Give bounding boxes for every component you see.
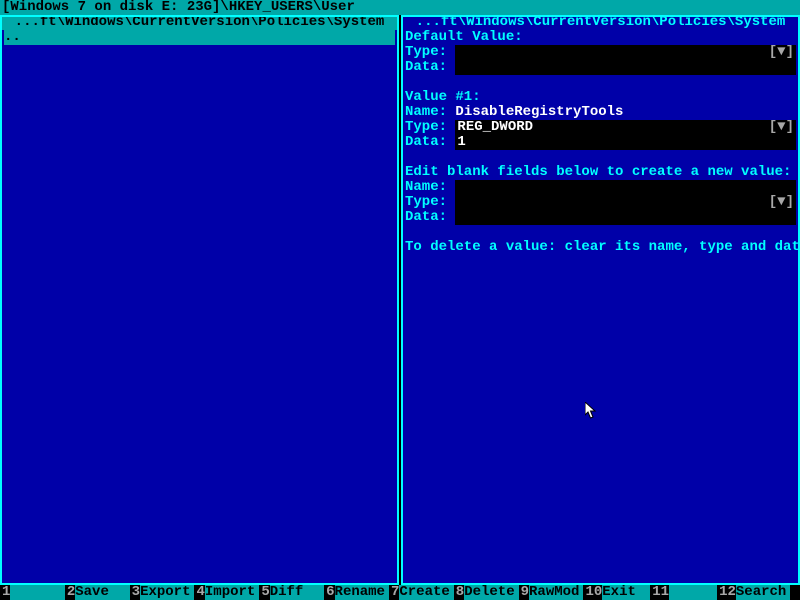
new-data-row: Data: (405, 210, 796, 225)
name-label: Name: (405, 180, 447, 195)
f4-import[interactable]: 4Import (194, 585, 259, 600)
default-type-row: Type: [▼] (405, 45, 796, 60)
default-type-field[interactable]: [▼] (455, 45, 796, 60)
value1-data-row: Data: 1 (405, 135, 796, 150)
value1-name: DisableRegistryTools (455, 105, 623, 120)
new-type-row: Type: [▼] (405, 195, 796, 210)
type-label: Type: (405, 195, 447, 210)
default-data-field[interactable] (455, 60, 796, 75)
f8-delete[interactable]: 8Delete (454, 585, 519, 600)
list-item[interactable]: .. (4, 30, 395, 45)
f3-export[interactable]: 3Export (130, 585, 195, 600)
default-value-header: Default Value: (405, 30, 796, 45)
type-label: Type: (405, 45, 447, 60)
right-panel[interactable]: ...ft\Windows\CurrentVersion\Policies\Sy… (401, 15, 800, 585)
value1-name-row: Name: DisableRegistryTools (405, 105, 796, 120)
f7-create[interactable]: 7Create (389, 585, 454, 600)
panels: ...ft\Windows\CurrentVersion\Policies\Sy… (0, 15, 800, 585)
data-label: Data: (405, 60, 447, 75)
data-label: Data: (405, 135, 447, 150)
right-panel-title: ...ft\Windows\CurrentVersion\Policies\Sy… (403, 15, 797, 30)
f10-exit[interactable]: 10Exit (583, 585, 650, 600)
f11-key[interactable]: 11 (650, 585, 717, 600)
title-bar: [Windows 7 on disk E: 23G]\HKEY_USERS\Us… (0, 0, 800, 15)
f12-search[interactable]: 12Search (717, 585, 790, 600)
name-label: Name: (405, 105, 447, 120)
function-key-bar: 1 2Save 3Export 4Import 5Diff 6Rename 7C… (0, 585, 800, 600)
new-data-field[interactable] (455, 210, 796, 225)
type-label: Type: (405, 120, 447, 135)
new-name-field[interactable] (455, 180, 796, 195)
dropdown-icon[interactable]: [▼] (769, 45, 794, 60)
dropdown-icon[interactable]: [▼] (769, 120, 794, 135)
left-panel-title: ...ft\Windows\CurrentVersion\Policies\Sy… (2, 15, 396, 30)
new-type-field[interactable]: [▼] (455, 195, 796, 210)
f2-save[interactable]: 2Save (65, 585, 130, 600)
delete-hint: To delete a value: clear its name, type … (405, 240, 796, 255)
data-label: Data: (405, 210, 447, 225)
new-name-row: Name: (405, 180, 796, 195)
value1-data-field[interactable]: 1 (455, 135, 796, 150)
f9-rawmod[interactable]: 9RawMod (519, 585, 584, 600)
f5-diff[interactable]: 5Diff (259, 585, 324, 600)
left-panel[interactable]: ...ft\Windows\CurrentVersion\Policies\Sy… (0, 15, 399, 585)
new-value-header: Edit blank fields below to create a new … (405, 165, 796, 180)
value1-header: Value #1: (405, 90, 796, 105)
f1-key[interactable]: 1 (0, 585, 65, 600)
f6-rename[interactable]: 6Rename (324, 585, 389, 600)
default-data-row: Data: (405, 60, 796, 75)
value1-type-field[interactable]: REG_DWORD [▼] (455, 120, 796, 135)
value1-type-row: Type: REG_DWORD [▼] (405, 120, 796, 135)
dropdown-icon[interactable]: [▼] (769, 195, 794, 210)
